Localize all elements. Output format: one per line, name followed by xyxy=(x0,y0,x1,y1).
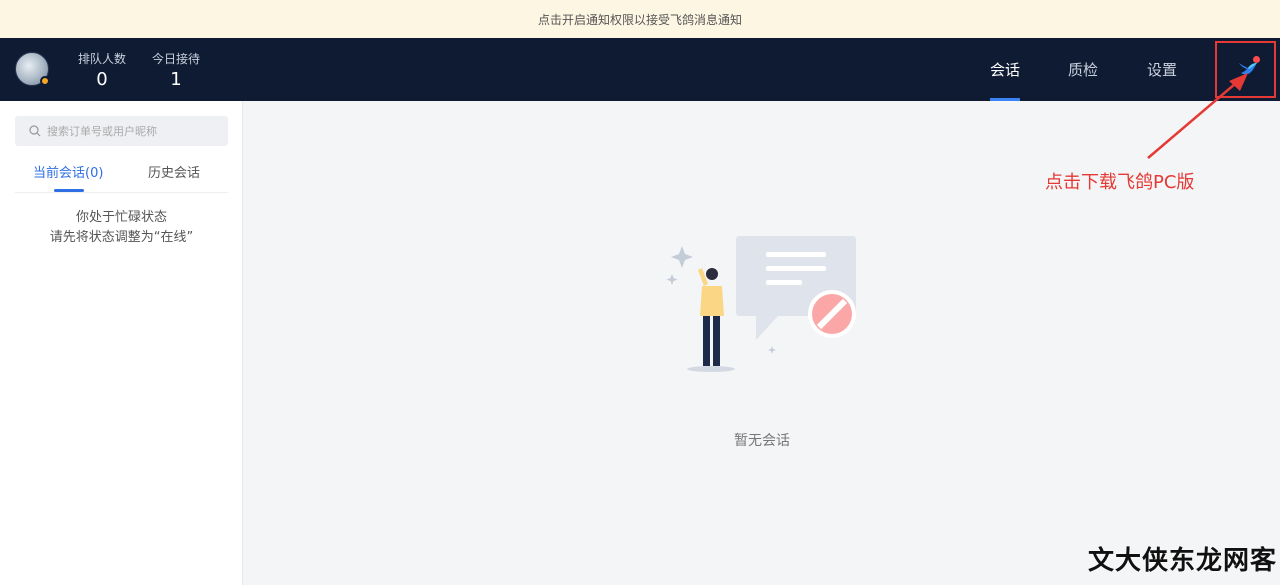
conversation-tabs: 当前会话(0) 历史会话 xyxy=(15,154,228,193)
empty-state-text: 暂无会话 xyxy=(734,433,790,449)
active-tab-underline xyxy=(990,98,1020,101)
active-tab-underline xyxy=(54,189,84,192)
watermark: 文大侠东龙网客 xyxy=(1088,546,1278,576)
search-box[interactable] xyxy=(15,116,228,146)
annotation-text: 点击下载飞鸽PC版 xyxy=(1045,172,1195,193)
tab-session-label: 会话 xyxy=(990,61,1021,79)
queue-count-label: 排队人数 xyxy=(77,52,126,66)
search-icon xyxy=(29,125,41,137)
queue-count-value: 0 xyxy=(96,69,108,90)
tab-session[interactable]: 会话 xyxy=(990,38,1020,101)
tab-history-sessions[interactable]: 历史会话 xyxy=(148,162,200,181)
today-received-value: 1 xyxy=(170,69,182,90)
banner-text[interactable]: 点击开启通知权限以接受飞鸽消息通知 xyxy=(538,11,742,28)
annotation-arrow xyxy=(1147,73,1248,159)
empty-conversation-illustration xyxy=(666,236,856,372)
conversation-sidebar: 当前会话(0) 历史会话 你处于忙碌状态 请先将状态调整为“在线” xyxy=(0,101,243,585)
today-received-label: 今日接待 xyxy=(151,52,200,66)
busy-status-line2: 请先将状态调整为“在线” xyxy=(49,230,194,245)
tab-current-sessions[interactable]: 当前会话(0) xyxy=(33,162,103,181)
search-input[interactable] xyxy=(47,124,217,138)
tab-quality-check[interactable]: 质检 xyxy=(1068,38,1100,101)
busy-status-message: 你处于忙碌状态 请先将状态调整为“在线” xyxy=(0,208,243,248)
top-header: 排队人数 0 今日接待 1 会话 质检 设置 xyxy=(0,38,1280,101)
tab-quality-check-label: 质检 xyxy=(1068,61,1099,79)
queue-count-stat: 排队人数 0 xyxy=(76,50,128,91)
status-badge xyxy=(40,76,50,86)
today-received-stat: 今日接待 1 xyxy=(150,50,202,91)
notification-permission-banner[interactable]: 点击开启通知权限以接受飞鸽消息通知 xyxy=(0,0,1280,38)
busy-status-line1: 你处于忙碌状态 xyxy=(75,210,167,225)
